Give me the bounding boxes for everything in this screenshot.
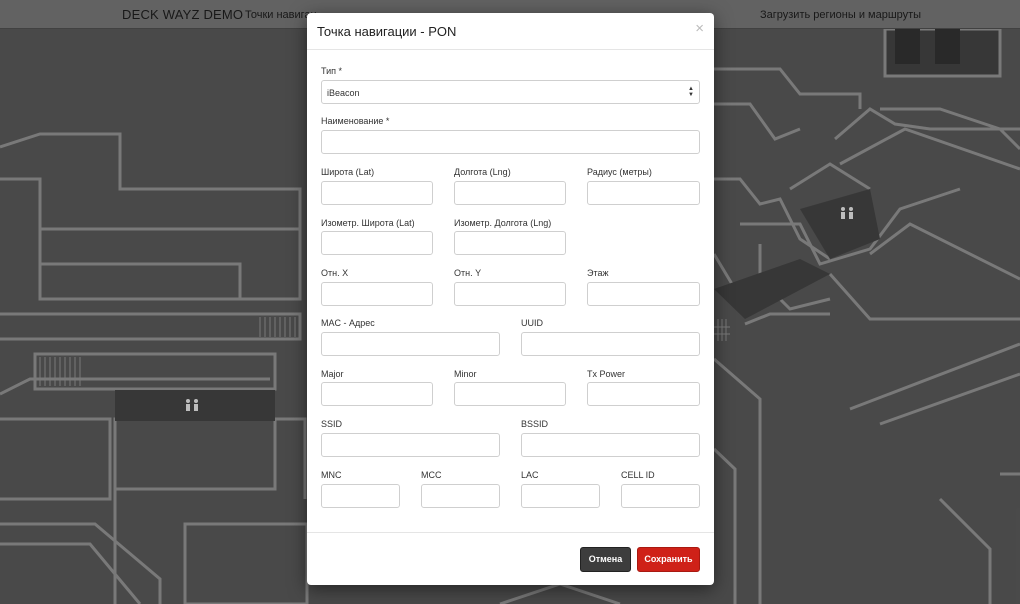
name-input[interactable] xyxy=(321,130,700,154)
iso-lng-input[interactable] xyxy=(454,231,566,255)
cell-id-input[interactable] xyxy=(621,484,700,508)
mcc-input[interactable] xyxy=(421,484,500,508)
modal-footer: Отмена Сохранить xyxy=(307,532,714,585)
modal-header: Точка навигации - PON × xyxy=(307,13,714,50)
mac-input[interactable] xyxy=(321,332,500,356)
rel-y-label: Отн. Y xyxy=(454,268,482,278)
cancel-button[interactable]: Отмена xyxy=(580,547,631,572)
ssid-label: SSID xyxy=(321,419,343,429)
uuid-input[interactable] xyxy=(521,332,700,356)
rel-x-input[interactable] xyxy=(321,282,433,306)
navigation-point-dialog: Точка навигации - PON × Тип * iBeacon ▲ ▼… xyxy=(307,13,714,585)
radius-label: Радиус (метры) xyxy=(587,167,652,177)
modal-title: Точка навигации - PON xyxy=(317,24,457,39)
floor-input[interactable] xyxy=(587,282,700,306)
rel-x-label: Отн. X xyxy=(321,268,349,278)
lng-label: Долгота (Lng) xyxy=(454,167,511,177)
major-input[interactable] xyxy=(321,382,433,406)
floor-label: Этаж xyxy=(587,268,609,278)
name-label: Наименование * xyxy=(321,116,390,126)
minor-label: Minor xyxy=(454,369,477,379)
lac-label: LAC xyxy=(521,470,539,480)
iso-lat-label: Изометр. Широта (Lat) xyxy=(321,218,415,228)
lng-input[interactable] xyxy=(454,181,566,205)
select-arrows-icon: ▲ ▼ xyxy=(688,86,694,98)
ssid-input[interactable] xyxy=(321,433,500,457)
rel-y-input[interactable] xyxy=(454,282,566,306)
mac-label: MAC - Адрес xyxy=(321,318,375,328)
bssid-label: BSSID xyxy=(521,419,549,429)
save-button[interactable]: Сохранить xyxy=(637,547,700,572)
bssid-input[interactable] xyxy=(521,433,700,457)
type-select-value: iBeacon xyxy=(327,88,360,98)
type-label: Тип * xyxy=(321,66,343,76)
uuid-label: UUID xyxy=(521,318,543,328)
close-icon[interactable]: × xyxy=(695,21,704,36)
lac-input[interactable] xyxy=(521,484,600,508)
lat-label: Широта (Lat) xyxy=(321,167,375,177)
type-select[interactable]: iBeacon ▲ ▼ xyxy=(321,80,700,104)
lat-input[interactable] xyxy=(321,181,433,205)
tx-power-input[interactable] xyxy=(587,382,700,406)
tx-power-label: Tx Power xyxy=(587,369,626,379)
radius-input[interactable] xyxy=(587,181,700,205)
minor-input[interactable] xyxy=(454,382,566,406)
mnc-label: MNC xyxy=(321,470,342,480)
iso-lat-input[interactable] xyxy=(321,231,433,255)
mnc-input[interactable] xyxy=(321,484,400,508)
major-label: Major xyxy=(321,369,344,379)
mcc-label: MCC xyxy=(421,470,442,480)
iso-lng-label: Изометр. Долгота (Lng) xyxy=(454,218,552,228)
cell-id-label: CELL ID xyxy=(621,470,655,480)
